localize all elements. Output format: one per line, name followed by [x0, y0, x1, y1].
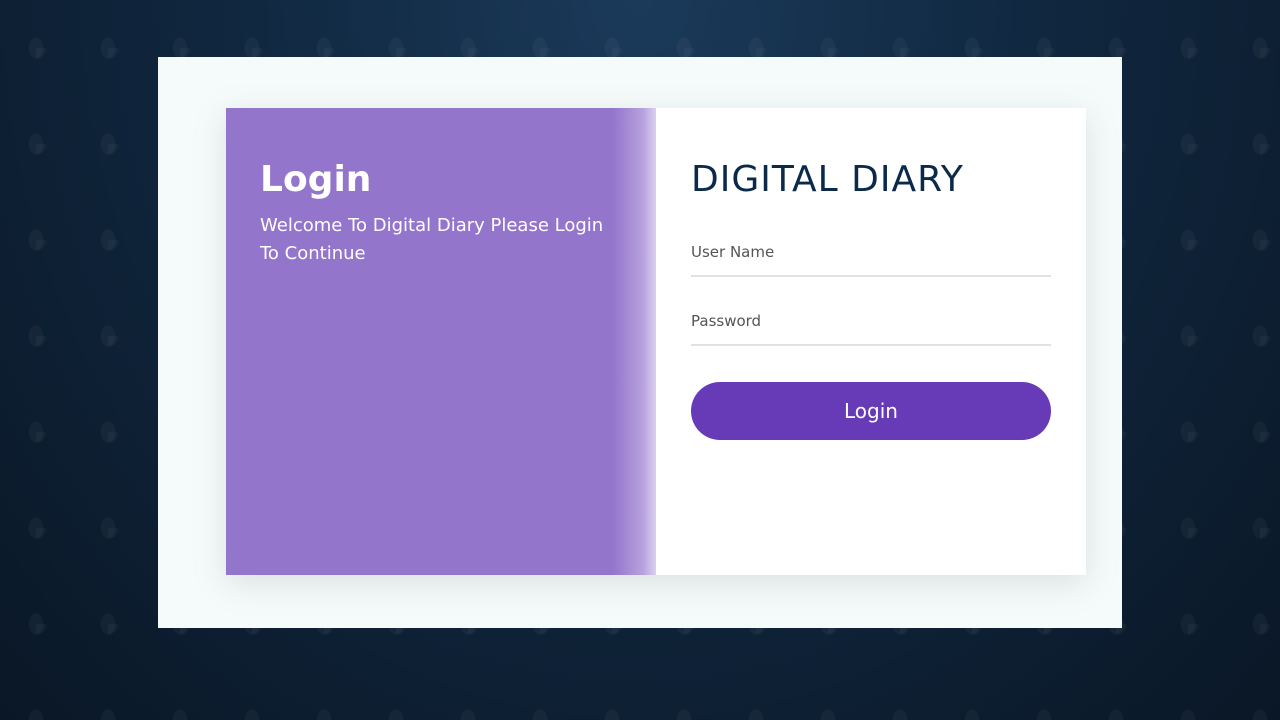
- slide-card: Login Welcome To Digital Diary Please Lo…: [158, 57, 1122, 628]
- password-field: [691, 311, 1051, 346]
- app-title: DIGITAL DIARY: [691, 159, 964, 200]
- password-input[interactable]: [691, 312, 1051, 330]
- login-button[interactable]: Login: [691, 382, 1051, 440]
- login-form: DIGITAL DIARY Login: [656, 108, 1086, 575]
- welcome-panel: Login Welcome To Digital Diary Please Lo…: [226, 108, 656, 575]
- username-input[interactable]: [691, 243, 1051, 261]
- username-field: [691, 242, 1051, 277]
- login-box: Login Welcome To Digital Diary Please Lo…: [226, 108, 1086, 575]
- welcome-message: Welcome To Digital Diary Please Login To…: [260, 215, 604, 264]
- panel-title: Login: [260, 159, 372, 200]
